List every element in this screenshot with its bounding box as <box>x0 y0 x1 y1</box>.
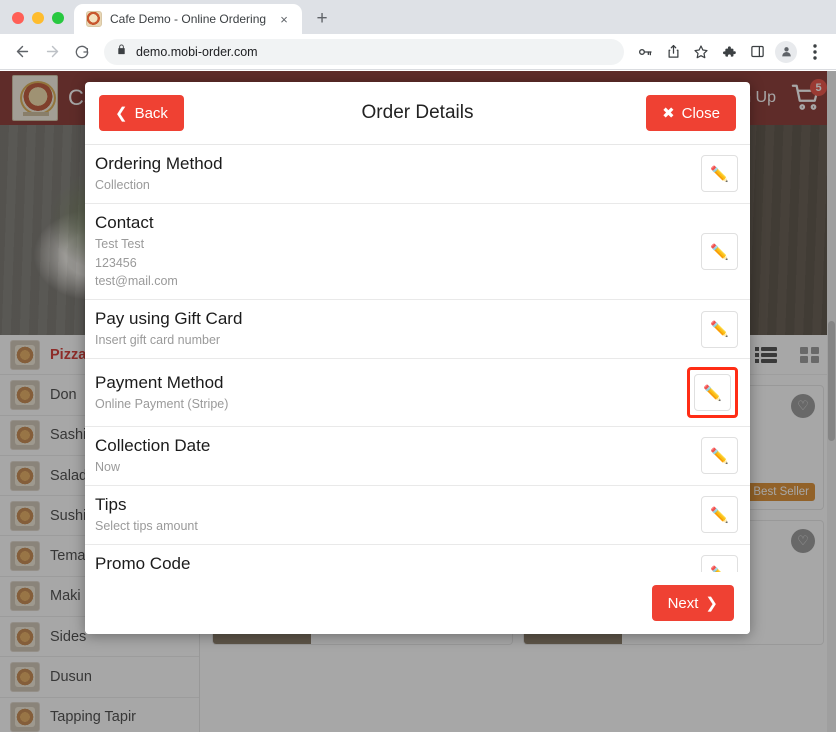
row-title: Promo Code <box>95 553 191 572</box>
edit-pencil-icon[interactable]: ✏️ <box>701 496 738 534</box>
row-texts: Payment Method Online Payment (Stripe) <box>95 372 687 414</box>
toolbar-icons <box>632 39 828 65</box>
tab-close-icon[interactable]: × <box>276 11 292 27</box>
side-panel-icon[interactable] <box>744 39 770 65</box>
window-controls <box>8 12 74 34</box>
row-title: Collection Date <box>95 436 211 456</box>
edit-pencil-icon[interactable]: ✏️ <box>701 155 738 193</box>
modal-body: Ordering Method Collection ✏️ Contact Te… <box>85 145 750 572</box>
detail-row-promo-code[interactable]: Promo Code Insert promo code ✏️ <box>85 545 750 572</box>
detail-row-ordering-method[interactable]: Ordering Method Collection ✏️ <box>85 145 750 204</box>
address-bar[interactable]: demo.mobi-order.com <box>104 38 624 65</box>
detail-row-tips[interactable]: Tips Select tips amount ✏️ <box>85 486 750 545</box>
browser-window: Cafe Demo - Online Ordering × + demo.mob… <box>0 0 836 732</box>
detail-row-contact[interactable]: Contact Test Test 123456 test@mail.com ✏… <box>85 204 750 301</box>
browser-tab[interactable]: Cafe Demo - Online Ordering × <box>74 4 302 34</box>
back-button[interactable]: ❮ Back <box>99 95 184 131</box>
row-texts: Promo Code Insert promo code <box>95 553 701 572</box>
row-subtitle: Insert gift card number <box>95 333 221 348</box>
three-dot-menu-icon[interactable] <box>802 39 828 65</box>
close-x-icon: ✖ <box>662 105 675 122</box>
row-texts: Collection Date Now <box>95 435 701 477</box>
lock-icon <box>116 43 127 61</box>
row-subtitle: Online Payment (Stripe) <box>95 396 229 411</box>
next-button-label: Next <box>667 594 699 612</box>
tab-favicon-icon <box>86 11 102 27</box>
maximize-window-button[interactable] <box>52 12 64 24</box>
row-title: Ordering Method <box>95 154 223 173</box>
tab-strip: Cafe Demo - Online Ordering × + <box>0 0 836 34</box>
bookmark-star-icon[interactable] <box>688 39 714 65</box>
key-icon[interactable] <box>632 39 658 65</box>
edit-pencil-icon[interactable]: ✏️ <box>701 555 738 572</box>
row-texts: Pay using Gift Card Insert gift card num… <box>95 308 701 350</box>
close-button[interactable]: ✖ Close <box>646 95 736 131</box>
chevron-left-icon: ❮ <box>115 105 128 122</box>
reload-icon[interactable] <box>68 38 96 66</box>
profile-avatar-icon[interactable] <box>775 40 797 63</box>
row-subtitle: Select tips amount <box>95 518 198 533</box>
close-button-label: Close <box>681 104 720 122</box>
next-button[interactable]: Next ❯ <box>651 585 734 621</box>
row-texts: Tips Select tips amount <box>95 494 701 536</box>
row-title: Payment Method <box>95 372 224 392</box>
row-title: Contact <box>95 212 154 232</box>
row-subtitle: Now <box>95 460 121 475</box>
back-button-label: Back <box>134 104 168 122</box>
edit-pencil-icon[interactable]: ✏️ <box>701 310 738 348</box>
detail-row-gift-card[interactable]: Pay using Gift Card Insert gift card num… <box>85 300 750 360</box>
detail-row-payment-method[interactable]: Payment Method Online Payment (Stripe) ✏… <box>85 359 750 428</box>
share-icon[interactable] <box>660 39 686 65</box>
extensions-puzzle-icon[interactable] <box>716 39 742 65</box>
edit-pencil-icon[interactable]: ✏️ <box>701 233 738 271</box>
row-subtitle: Test Test 123456 test@mail.com <box>95 236 178 289</box>
browser-toolbar: demo.mobi-order.com <box>0 34 836 70</box>
close-window-button[interactable] <box>12 12 24 24</box>
order-details-modal: ❮ Back Order Details ✖ Close Ordering Me… <box>85 82 750 634</box>
minimize-window-button[interactable] <box>32 12 44 24</box>
back-icon[interactable] <box>8 38 36 66</box>
new-tab-button[interactable]: + <box>308 4 336 32</box>
forward-icon[interactable] <box>38 38 66 66</box>
modal-header: ❮ Back Order Details ✖ Close <box>85 82 750 145</box>
modal-footer: Next ❯ <box>85 572 750 634</box>
highlight-box: ✏️ <box>687 367 738 419</box>
row-texts: Contact Test Test 123456 test@mail.com <box>95 212 701 291</box>
page-viewport: Cafe Demo Sign Up 5 Pizza Don <box>0 71 836 732</box>
detail-row-collection-date[interactable]: Collection Date Now ✏️ <box>85 427 750 486</box>
row-subtitle: Collection <box>95 178 150 193</box>
edit-pencil-icon[interactable]: ✏️ <box>694 374 731 412</box>
url-text: demo.mobi-order.com <box>136 44 258 59</box>
row-texts: Ordering Method Collection <box>95 153 701 195</box>
row-title: Tips <box>95 494 127 514</box>
edit-pencil-icon[interactable]: ✏️ <box>701 437 738 475</box>
tab-title: Cafe Demo - Online Ordering <box>110 12 267 26</box>
chevron-right-icon: ❯ <box>705 595 718 612</box>
row-title: Pay using Gift Card <box>95 309 243 329</box>
